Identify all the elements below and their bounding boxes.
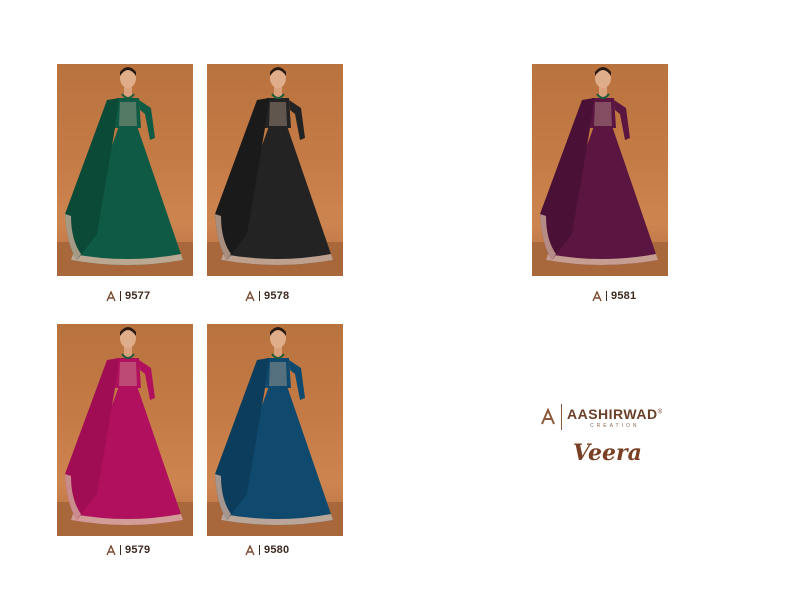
product-code-label: 9577: [106, 289, 150, 303]
code-separator: [259, 291, 260, 301]
gown-illustration: [207, 327, 343, 536]
product-code-text: 9580: [264, 544, 290, 556]
product-code-text: 9577: [125, 290, 151, 302]
aashirwad-a-logo-icon: [541, 408, 555, 425]
aashirwad-a-logo-icon: [245, 544, 255, 555]
product-image-9578[interactable]: [207, 64, 343, 276]
gown-sleeve: [614, 100, 630, 140]
aashirwad-a-logo-icon: [106, 544, 116, 555]
gown-sleeve: [139, 360, 155, 400]
brand-name: AASHIRWAD®: [567, 405, 663, 422]
bodice-embroidery: [269, 362, 287, 386]
bodice-embroidery: [119, 362, 137, 386]
product-code-text: 9579: [125, 544, 151, 556]
code-separator: [606, 291, 607, 301]
aashirwad-a-logo-icon: [106, 290, 116, 301]
gown-sleeve: [289, 100, 305, 140]
collection-title: Veera: [573, 440, 642, 466]
product-code-label: 9578: [245, 289, 289, 303]
gown-illustration: [57, 327, 193, 536]
product-code-text: 9581: [611, 290, 637, 302]
code-separator: [120, 545, 121, 555]
code-separator: [259, 545, 260, 555]
logo-divider: [561, 404, 562, 430]
bodice-embroidery: [269, 102, 287, 126]
gown-illustration: [57, 67, 193, 276]
bodice-embroidery: [594, 102, 612, 126]
product-image-9581[interactable]: [532, 64, 668, 276]
aashirwad-a-logo-icon: [592, 290, 602, 301]
product-code-label: 9581: [592, 289, 636, 303]
gown-illustration: [532, 67, 668, 276]
product-code-label: 9579: [106, 543, 150, 557]
brand-name-block: AASHIRWAD® CREATION: [567, 406, 663, 429]
product-code-text: 9578: [264, 290, 290, 302]
bodice-embroidery: [119, 102, 137, 126]
product-code-label: 9580: [245, 543, 289, 557]
gown-sleeve: [289, 360, 305, 400]
aashirwad-a-logo-icon: [245, 290, 255, 301]
product-image-9580[interactable]: [207, 324, 343, 536]
product-image-9579[interactable]: [57, 324, 193, 536]
brand-subtitle: CREATION: [590, 422, 640, 429]
code-separator: [120, 291, 121, 301]
gown-sleeve: [139, 100, 155, 140]
brand-logo: AASHIRWAD® CREATION: [540, 404, 663, 430]
product-image-9577[interactable]: [57, 64, 193, 276]
gown-illustration: [207, 67, 343, 276]
